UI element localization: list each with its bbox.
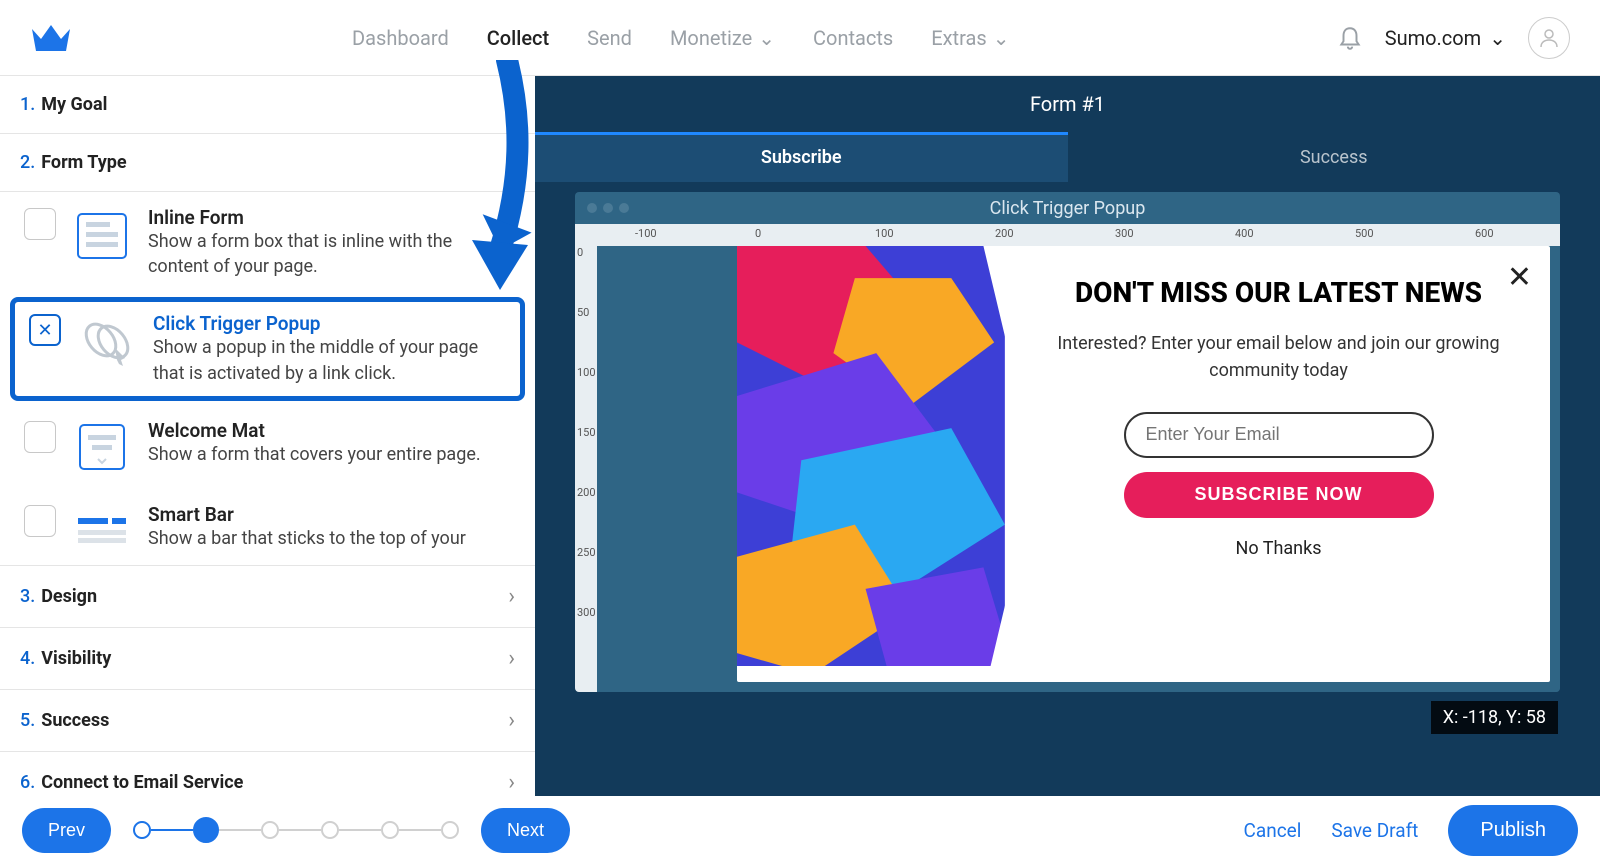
chevron-right-icon: › bbox=[508, 770, 515, 795]
site-selector[interactable]: Sumo.com⌄ bbox=[1385, 26, 1506, 50]
wizard-sidebar: 1.My Goal 2.Form Type Inline Form Show a… bbox=[0, 76, 535, 816]
form-type-desc: Show a bar that sticks to the top of you… bbox=[148, 526, 515, 551]
form-type-desc: Show a form box that is inline with the … bbox=[148, 229, 515, 279]
bell-icon[interactable] bbox=[1337, 25, 1363, 51]
progress-stepper bbox=[133, 817, 459, 843]
window-controls-icon bbox=[587, 203, 629, 213]
chevron-right-icon: › bbox=[508, 646, 515, 671]
click-trigger-icon bbox=[79, 312, 135, 368]
tab-success[interactable]: Success bbox=[1068, 132, 1600, 182]
nav-contacts[interactable]: Contacts bbox=[813, 26, 893, 50]
design-canvas[interactable]: ✕ DON'T MISS OUR LATEST NEWS Interested?… bbox=[597, 246, 1560, 692]
checkbox-icon[interactable] bbox=[24, 421, 56, 453]
nav-send[interactable]: Send bbox=[587, 26, 632, 50]
form-type-click-trigger[interactable]: ✕ Click Trigger Popup Show a popup in th… bbox=[10, 297, 525, 400]
decline-link[interactable]: No Thanks bbox=[1235, 538, 1321, 559]
form-type-title: Welcome Mat bbox=[148, 419, 515, 442]
form-type-title: Smart Bar bbox=[148, 503, 515, 526]
chevron-down-icon: ⌄ bbox=[993, 26, 1010, 50]
email-input[interactable] bbox=[1124, 412, 1434, 458]
form-type-title: Inline Form bbox=[148, 206, 515, 229]
cursor-coordinates: X: -118, Y: 58 bbox=[1431, 701, 1558, 734]
nav-extras[interactable]: Extras⌄ bbox=[931, 26, 1009, 50]
form-type-desc: Show a form that covers your entire page… bbox=[148, 442, 515, 467]
preview-window: Click Trigger Popup -100 0 100 200 300 4… bbox=[575, 192, 1560, 692]
step-dot[interactable] bbox=[321, 821, 339, 839]
form-type-inline[interactable]: Inline Form Show a form box that is inli… bbox=[0, 192, 535, 293]
cancel-link[interactable]: Cancel bbox=[1244, 819, 1302, 842]
checkbox-icon[interactable]: ✕ bbox=[29, 314, 61, 346]
next-button[interactable]: Next bbox=[481, 808, 570, 853]
nav-collect[interactable]: Collect bbox=[487, 26, 549, 50]
nav-dashboard[interactable]: Dashboard bbox=[352, 26, 449, 50]
step-dot[interactable] bbox=[441, 821, 459, 839]
chevron-right-icon: › bbox=[508, 708, 515, 733]
chevron-right-icon: › bbox=[508, 584, 515, 609]
step-design[interactable]: 3.Design› bbox=[0, 566, 535, 628]
form-type-smart-bar[interactable]: Smart Bar Show a bar that sticks to the … bbox=[0, 489, 535, 565]
step-visibility[interactable]: 4.Visibility› bbox=[0, 628, 535, 690]
preview-tabs: Subscribe Success bbox=[535, 132, 1600, 182]
ruler-vertical: 0 50 100 150 200 250 300 bbox=[575, 246, 597, 692]
chevron-down-icon: ⌄ bbox=[1489, 26, 1506, 50]
subscribe-button[interactable]: SUBSCRIBE NOW bbox=[1124, 472, 1434, 518]
checkbox-icon[interactable] bbox=[24, 208, 56, 240]
smart-bar-icon bbox=[74, 503, 130, 559]
form-type-options: Inline Form Show a form box that is inli… bbox=[0, 192, 535, 566]
step-my-goal[interactable]: 1.My Goal bbox=[0, 76, 535, 134]
inline-form-icon bbox=[74, 206, 130, 262]
close-icon[interactable]: ✕ bbox=[1507, 260, 1532, 295]
form-type-desc: Show a popup in the middle of your page … bbox=[153, 335, 510, 385]
wizard-footer: Prev Next Cancel Save Draft Publish bbox=[0, 796, 1600, 864]
step-dot[interactable] bbox=[261, 821, 279, 839]
popup-subtext: Interested? Enter your email below and j… bbox=[1047, 330, 1510, 384]
app-header: Dashboard Collect Send Monetize⌄ Contact… bbox=[0, 0, 1600, 76]
form-type-welcome-mat[interactable]: Welcome Mat Show a form that covers your… bbox=[0, 405, 535, 489]
crown-logo-icon bbox=[30, 23, 72, 53]
chevron-down-icon: ⌄ bbox=[758, 26, 775, 50]
step-dot[interactable] bbox=[381, 821, 399, 839]
user-icon bbox=[1537, 26, 1561, 50]
checkbox-icon[interactable] bbox=[24, 505, 56, 537]
form-preview-panel: Form #1 Subscribe Success Click Trigger … bbox=[535, 76, 1600, 816]
nav-monetize[interactable]: Monetize⌄ bbox=[670, 26, 775, 50]
step-dot-current[interactable] bbox=[193, 817, 219, 843]
ruler-horizontal: -100 0 100 200 300 400 500 600 bbox=[575, 224, 1560, 246]
popup-headline: DON'T MISS OUR LATEST NEWS bbox=[1075, 276, 1482, 310]
step-success[interactable]: 5.Success› bbox=[0, 690, 535, 752]
form-type-title: Click Trigger Popup bbox=[153, 312, 510, 335]
popup-preview: ✕ DON'T MISS OUR LATEST NEWS Interested?… bbox=[737, 246, 1550, 682]
form-title: Form #1 bbox=[535, 76, 1600, 132]
main-nav: Dashboard Collect Send Monetize⌄ Contact… bbox=[352, 26, 1009, 50]
step-form-type[interactable]: 2.Form Type bbox=[0, 134, 535, 192]
save-draft-link[interactable]: Save Draft bbox=[1331, 819, 1418, 842]
popup-graphic bbox=[737, 246, 1007, 682]
tab-subscribe[interactable]: Subscribe bbox=[535, 132, 1068, 182]
publish-button[interactable]: Publish bbox=[1448, 805, 1578, 856]
avatar[interactable] bbox=[1528, 17, 1570, 59]
step-dot[interactable] bbox=[133, 821, 151, 839]
welcome-mat-icon bbox=[74, 419, 130, 475]
prev-button[interactable]: Prev bbox=[22, 808, 111, 853]
